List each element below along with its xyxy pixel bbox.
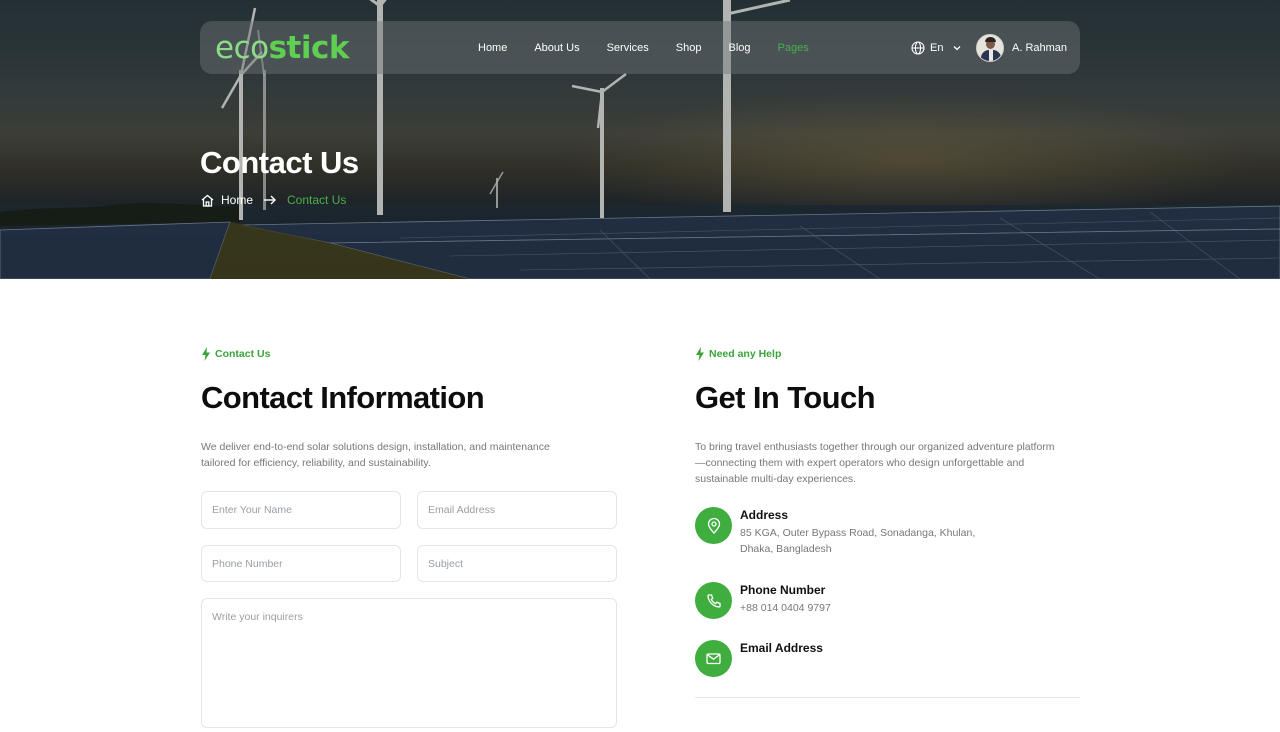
lightning-icon <box>202 347 210 361</box>
subject-field[interactable] <box>417 545 617 582</box>
section-description: We deliver end-to-end solar solutions de… <box>201 441 550 469</box>
chevron-down-icon <box>954 45 961 50</box>
section-description: To bring travel enthusiasts together thr… <box>695 441 1055 485</box>
name-input[interactable] <box>202 492 400 528</box>
address-title: Address <box>740 508 789 522</box>
email-input[interactable] <box>418 492 616 528</box>
address-item: Address 85 KGA, Outer Bypass Road, Sonad… <box>695 507 975 557</box>
page-title: Contact Us <box>200 145 359 180</box>
nav-item-about-us[interactable]: About Us <box>534 42 579 54</box>
email-field[interactable] <box>417 491 617 529</box>
address-line-2: Dhaka, Bangladesh <box>740 543 832 555</box>
email-item: Email Address <box>695 640 823 677</box>
nav-item-shop[interactable]: Shop <box>676 42 702 54</box>
brand-logo[interactable]: ecostick <box>215 30 349 66</box>
section-title: Get In Touch <box>695 380 876 415</box>
message-field[interactable] <box>201 598 617 728</box>
breadcrumb-current: Contact Us <box>287 193 347 207</box>
name-field[interactable] <box>201 491 401 529</box>
divider <box>695 697 1080 698</box>
section-title: Contact Information <box>201 380 485 415</box>
nav-menu: Home About Us Services Shop Blog Pages <box>478 21 836 74</box>
section-eyebrow: Contact Us <box>201 345 621 363</box>
nav-item-services[interactable]: Services <box>607 42 649 54</box>
nav-item-home[interactable]: Home <box>478 42 507 54</box>
contact-information-section: Contact Us Contact Information We delive… <box>201 345 621 471</box>
phone-title: Phone Number <box>740 583 826 597</box>
phone-input[interactable] <box>202 546 400 581</box>
get-in-touch-section: Need any Help Get In Touch To bring trav… <box>695 345 1085 698</box>
mail-icon <box>695 640 732 677</box>
avatar <box>976 33 1004 62</box>
breadcrumb: Home Contact Us <box>200 191 346 209</box>
breadcrumb-home[interactable]: Home <box>221 193 253 207</box>
phone-field[interactable] <box>201 545 401 582</box>
nav-item-pages[interactable]: Pages <box>778 42 809 54</box>
section-eyebrow: Need any Help <box>695 345 1085 363</box>
user-name: A. Rahman <box>1012 41 1068 54</box>
nav-item-blog[interactable]: Blog <box>728 42 750 54</box>
user-menu[interactable]: A. Rahman <box>976 33 1067 62</box>
language-label: En <box>930 41 944 54</box>
subject-input[interactable] <box>418 546 616 581</box>
map-pin-icon <box>695 507 732 544</box>
arrow-right-icon <box>264 195 277 205</box>
home-icon <box>201 194 214 207</box>
language-selector[interactable]: En <box>911 21 962 74</box>
email-title: Email Address <box>740 641 823 655</box>
main-navbar: ecostick Home About Us Services Shop Blo… <box>200 21 1080 74</box>
globe-icon <box>911 40 925 55</box>
lightning-icon <box>696 347 704 361</box>
hero-banner: ecostick Home About Us Services Shop Blo… <box>0 0 1280 279</box>
address-line-1: 85 KGA, Outer Bypass Road, Sonadanga, Kh… <box>740 527 976 539</box>
phone-item: Phone Number +88 014 0404 9797 <box>695 582 831 619</box>
phone-value[interactable]: +88 014 0404 9797 <box>740 600 831 616</box>
phone-icon <box>695 582 732 619</box>
message-textarea[interactable] <box>202 599 616 727</box>
